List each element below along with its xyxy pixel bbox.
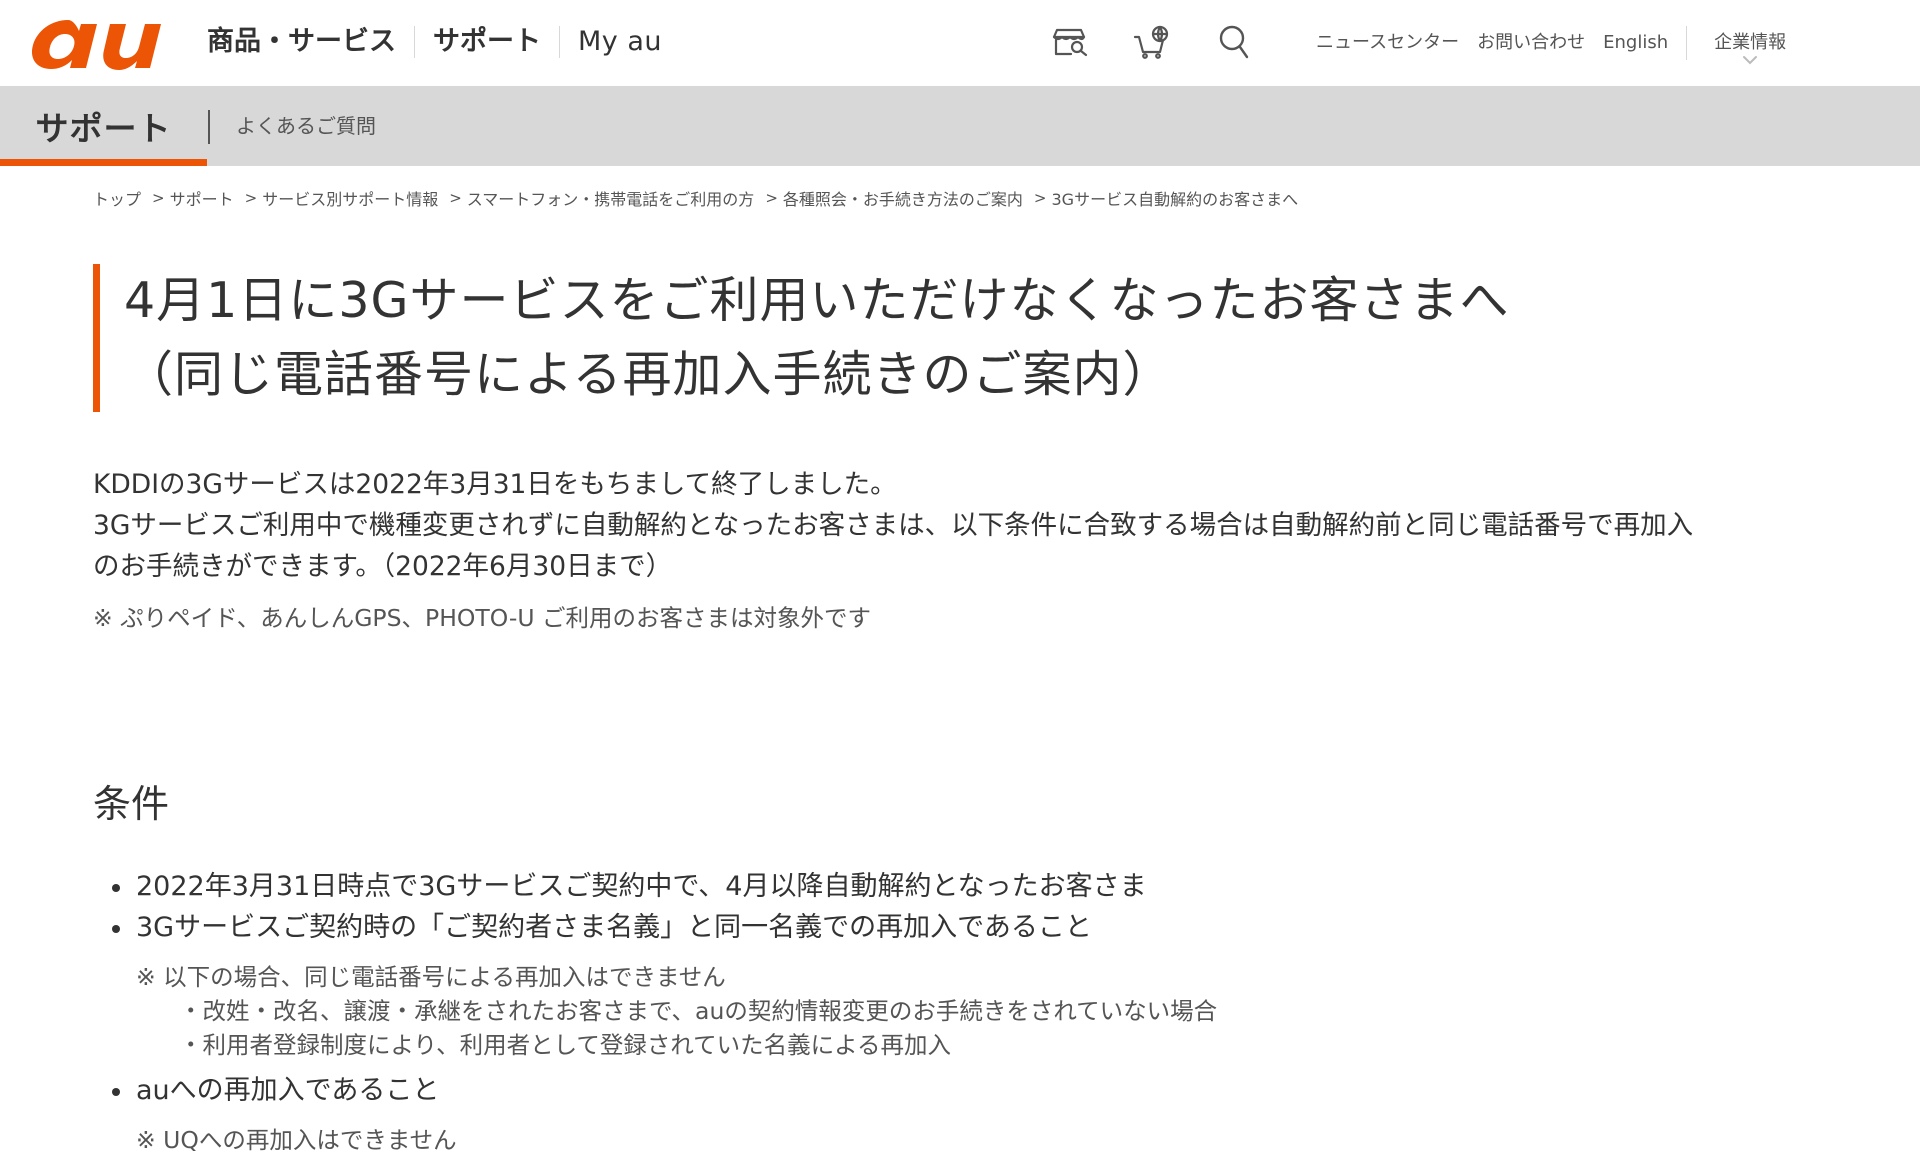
utility-links: ニュースセンター お問い合わせ English 企業情報	[1316, 26, 1786, 65]
nav-products-services[interactable]: 商品・サービス	[207, 25, 414, 59]
subheader-divider	[208, 110, 210, 144]
nav-support[interactable]: サポート	[415, 25, 559, 59]
breadcrumb-smartphone[interactable]: スマートフォン・携帯電話をご利用の方	[467, 186, 755, 210]
corporate-info-link[interactable]: 企業情報	[1714, 29, 1786, 57]
shop-search-icon	[1052, 28, 1088, 57]
search-icon	[1219, 25, 1249, 59]
corporate-info-menu[interactable]: 企業情報	[1714, 29, 1786, 65]
page-heading-line1: 4月1日に3Gサービスをご利用いただけなくなったお客さまへ	[124, 272, 1510, 329]
condition-note: ※ UQへの再加入はできません	[136, 1126, 457, 1154]
breadcrumb-service-support[interactable]: サービス別サポート情報	[262, 186, 438, 210]
subheader-title[interactable]: サポート	[0, 86, 207, 166]
util-divider	[1686, 26, 1688, 60]
search-button[interactable]	[1212, 22, 1256, 62]
breadcrumb: トップ > サポート > サービス別サポート情報 > スマートフォン・携帯電話を…	[93, 186, 1298, 210]
english-link[interactable]: English	[1603, 29, 1668, 57]
online-shop-cart-icon	[1133, 25, 1169, 59]
condition-item: 2022年3月31日時点で3Gサービスご契約中で、4月以降自動解約となったお客さ…	[108, 866, 1508, 907]
chevron-down-icon	[1743, 56, 1758, 65]
breadcrumb-separator: >	[244, 189, 258, 207]
intro-text: KDDIの3Gサービスは2022年3月31日をもちまして終了しました。 3Gサー…	[93, 464, 1843, 587]
intro-line2: 3Gサービスご利用中で機種変更されずに自動解約となったお客さまは、以下条件に合致…	[93, 510, 1694, 541]
global-header: 商品・サービス サポート My au ニュースセンター お問い合わせ Engli…	[0, 0, 1920, 86]
au-logo-mark	[31, 20, 161, 70]
conditions-heading: 条件	[93, 782, 170, 826]
page-heading: 4月1日に3Gサービスをご利用いただけなくなったお客さまへ （同じ電話番号による…	[124, 264, 1693, 412]
breadcrumb-support[interactable]: サポート	[170, 186, 234, 210]
nav-my-au[interactable]: My au	[560, 25, 680, 59]
au-logo[interactable]	[28, 10, 174, 72]
intro-line3: のお手続きができます。（2022年6月30日まで）	[93, 551, 673, 582]
condition-subnote-text: ・利用者登録制度により、利用者として登録されていた名義による再加入	[179, 1031, 951, 1059]
breadcrumb-separator: >	[765, 189, 778, 207]
online-shop-button[interactable]	[1130, 22, 1174, 62]
breadcrumb-separator: >	[449, 189, 462, 207]
exclusion-note: ※ ぷりペイド、あんしんGPS、PHOTO-U ご利用のお客さまは対象外です	[93, 604, 872, 632]
main-nav: 商品・サービス サポート My au	[207, 22, 680, 62]
faq-link[interactable]: よくあるご質問	[236, 110, 376, 142]
breadcrumb-current: 3Gサービス自動解約のお客さまへ	[1051, 190, 1299, 209]
intro-line1: KDDIの3Gサービスは2022年3月31日をもちまして終了しました。	[93, 469, 897, 500]
active-section-indicator	[0, 159, 207, 166]
condition-item: auへの再加入であること	[108, 1070, 1508, 1111]
condition-note: ※ 以下の場合、同じ電話番号による再加入はできません	[136, 963, 726, 991]
contact-link[interactable]: お問い合わせ	[1477, 29, 1585, 57]
breadcrumb-separator: >	[152, 189, 165, 207]
condition-subnote-text: ・改姓・改名、譲渡・承継をされたお客さまで、auの契約情報変更のお手続きをされて…	[179, 997, 1218, 1025]
support-subheader: サポート よくあるご質問	[0, 86, 1920, 166]
condition-item: 3Gサービスご契約時の「ご契約者さま名義」と同一名義での再加入であること	[108, 907, 1508, 948]
page-heading-line2: （同じ電話番号による再加入手続きのご案内）	[124, 346, 1173, 403]
condition-subnote: ・改姓・改名、譲渡・承継をされたお客さまで、auの契約情報変更のお手続きをされて…	[108, 994, 1508, 1028]
breadcrumb-procedures[interactable]: 各種照会・お手続き方法のご案内	[783, 186, 1023, 210]
shop-search-button[interactable]	[1048, 22, 1092, 62]
conditions-list: 2022年3月31日時点で3Gサービスご契約中で、4月以降自動解約となったお客さ…	[108, 866, 1508, 1157]
header-icons	[1048, 22, 1256, 62]
condition-subnote: ・利用者登録制度により、利用者として登録されていた名義による再加入	[108, 1028, 1508, 1062]
breadcrumb-top[interactable]: トップ	[93, 186, 141, 210]
page-title: 4月1日に3Gサービスをご利用いただけなくなったお客さまへ （同じ電話番号による…	[93, 264, 1693, 412]
breadcrumb-separator: >	[1033, 189, 1047, 207]
news-center-link[interactable]: ニュースセンター	[1316, 29, 1459, 57]
